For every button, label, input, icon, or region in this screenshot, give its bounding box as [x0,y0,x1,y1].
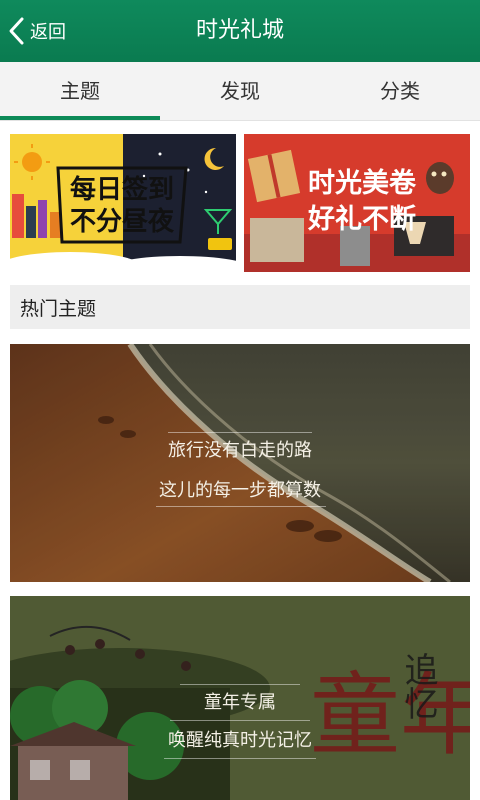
section-title: 热门主题 [20,297,97,320]
gift-banner[interactable]: 时光美卷 好礼不断 [244,134,470,272]
page-title: 时光礼城 [195,18,284,43]
gift-banner-art: 时光美卷 好礼不断 [244,134,470,272]
text-divider-bottom [156,506,326,507]
gift-banner-line2: 好礼不断 [307,203,416,235]
text-divider-top [168,432,312,433]
gift-banner-line1: 时光美卷 [308,167,417,199]
beach-image [10,344,470,582]
promo-banners: 每日签到 不分昼夜 时光美卷 好礼不断 [10,134,470,272]
travel-line2: 这儿的每一步都算数 [159,480,321,501]
checkin-banner[interactable]: 每日签到 不分昼夜 [10,134,236,272]
child-divider-bottom [164,758,316,759]
childhood-line1: 童年专属 [204,692,276,713]
tab-theme[interactable]: 主题 [0,62,160,120]
tab-bar: 主题 发现 分类 [0,62,480,121]
child-divider-mid [170,720,310,721]
travel-line1: 旅行没有白走的路 [168,440,312,461]
theme-card-childhood[interactable]: 童年 追忆 童年专属 唤醒纯真时光记忆 [10,596,470,800]
checkin-banner-line2: 不分昼夜 [70,206,175,237]
checkin-banner-line1: 每日签到 [70,174,174,205]
checkin-banner-art: 每日签到 不分昼夜 [10,134,236,272]
hot-themes-header: 热门主题 [10,285,470,329]
theme-card-travel[interactable]: 旅行没有白走的路 这儿的每一步都算数 [10,344,470,582]
child-divider-top [180,684,300,685]
tab-category[interactable]: 分类 [320,62,480,120]
app-header: 返回 时光礼城 [0,0,480,62]
tab-discover[interactable]: 发现 [160,62,320,120]
childhood-line2: 唤醒纯真时光记忆 [168,730,312,751]
